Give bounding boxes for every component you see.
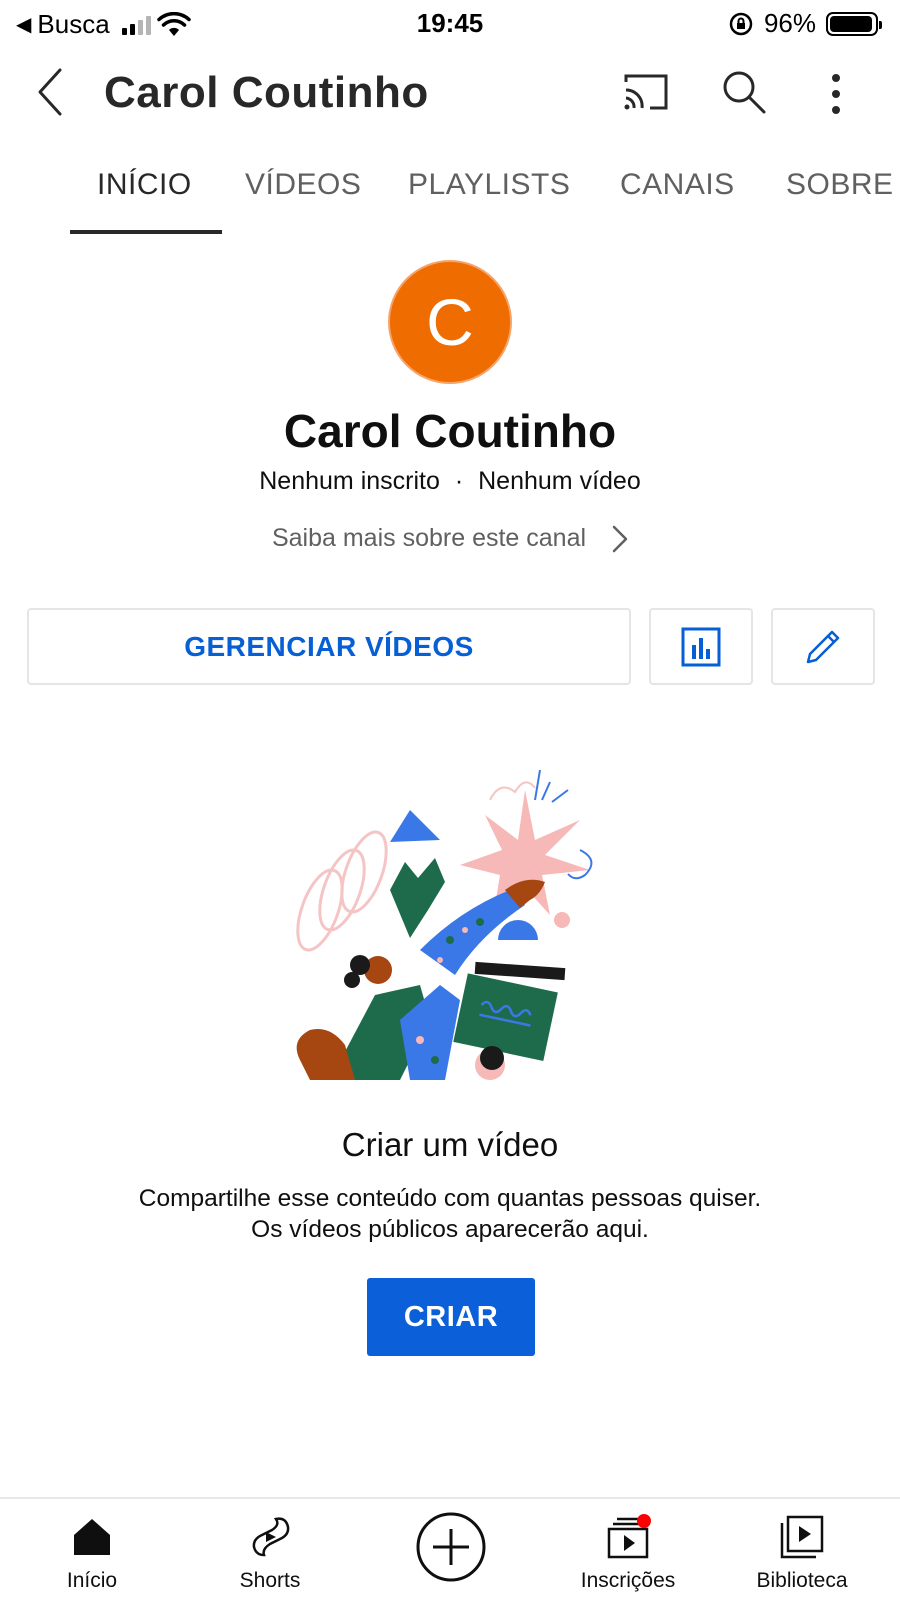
active-tab-indicator [70, 230, 222, 234]
tab-playlists[interactable]: PLAYLISTS [408, 168, 570, 202]
nav-item-shorts[interactable]: Shorts [190, 1499, 350, 1600]
pink-squiggle [296, 830, 388, 952]
tab-videos[interactable]: VÍDEOS [245, 168, 361, 202]
page-title: Carol Coutinho [104, 68, 429, 117]
orientation-lock-icon [729, 12, 753, 35]
channel-name: Carol Coutinho [283, 405, 617, 457]
tab-inicio[interactable]: INÍCIO [97, 168, 192, 202]
home-icon [74, 1519, 110, 1555]
nav-label-shorts: Shorts [239, 1569, 301, 1592]
empty-state-line-2: Os vídeos públicos aparecerão aqui. [251, 1216, 649, 1243]
nav-item-home[interactable]: Início [12, 1499, 172, 1600]
shorts-icon [252, 1517, 290, 1557]
blue-ticks [534, 770, 569, 803]
black-bar [474, 961, 566, 981]
channel-stats: Nenhum inscrito · Nenhum vídeo [0, 467, 900, 496]
create-video-illustration [296, 770, 593, 1080]
tab-sobre[interactable]: SOBRE [786, 168, 894, 202]
notification-dot [637, 1514, 651, 1528]
more-vert-icon[interactable] [826, 70, 846, 118]
empty-state-description: Compartilhe esse conteúdo com quantas pe… [0, 1183, 900, 1245]
create-plus-icon[interactable] [415, 1511, 487, 1583]
nav-label-subscriptions: Inscrições [580, 1569, 676, 1592]
battery-percent: 96% [763, 8, 816, 38]
back-arrow-icon[interactable] [30, 66, 74, 118]
channel-tabs: INÍCIO VÍDEOS PLAYLISTS CANAIS SOBRE [0, 150, 900, 236]
nav-label-library: Biblioteca [756, 1569, 848, 1592]
status-bar: ◀ Busca 19:45 96% [0, 0, 900, 46]
status-right: 96% [728, 8, 882, 39]
nav-item-library[interactable]: Biblioteca [722, 1499, 882, 1600]
bottom-navigation: Início Shorts Inscrições Biblioteca [0, 1497, 900, 1600]
analytics-button[interactable] [649, 608, 753, 685]
nav-label-home: Início [66, 1569, 118, 1592]
empty-state-title: Criar um vídeo [341, 1126, 559, 1163]
blue-triangle [390, 810, 440, 842]
create-button[interactable]: CRIAR [367, 1278, 535, 1356]
edit-channel-button[interactable] [771, 608, 875, 685]
subscriptions-icon [607, 1514, 651, 1559]
app-bar: Carol Coutinho [0, 56, 900, 128]
battery-icon [826, 11, 882, 36]
green-crown [390, 858, 445, 938]
analytics-icon [681, 627, 721, 666]
avatar[interactable]: C [388, 260, 512, 384]
library-icon [780, 1515, 824, 1559]
pencil-icon [806, 630, 840, 663]
black-ball [480, 1046, 504, 1070]
chevron-right-icon [612, 525, 628, 552]
tab-canais[interactable]: CANAIS [620, 168, 735, 202]
green-card [453, 973, 558, 1061]
left-hand [296, 1029, 355, 1080]
pink-wave [489, 781, 536, 801]
blue-half-circle [498, 920, 538, 940]
search-icon[interactable] [720, 68, 768, 116]
subscriber-count: Nenhum inscrito [259, 467, 440, 495]
cast-icon[interactable] [622, 70, 672, 114]
pink-dot [554, 912, 570, 928]
manage-videos-button[interactable]: GERENCIAR VÍDEOS [27, 608, 631, 685]
video-count: Nenhum vídeo [478, 467, 641, 495]
empty-state-line-1: Compartilhe esse conteúdo com quantas pe… [138, 1185, 762, 1212]
more-about-link[interactable]: Saiba mais sobre este canal [0, 524, 900, 553]
nav-item-subscriptions[interactable]: Inscrições [548, 1499, 708, 1600]
meta-separator: · [454, 467, 464, 495]
more-about-label: Saiba mais sobre este canal [271, 524, 587, 552]
